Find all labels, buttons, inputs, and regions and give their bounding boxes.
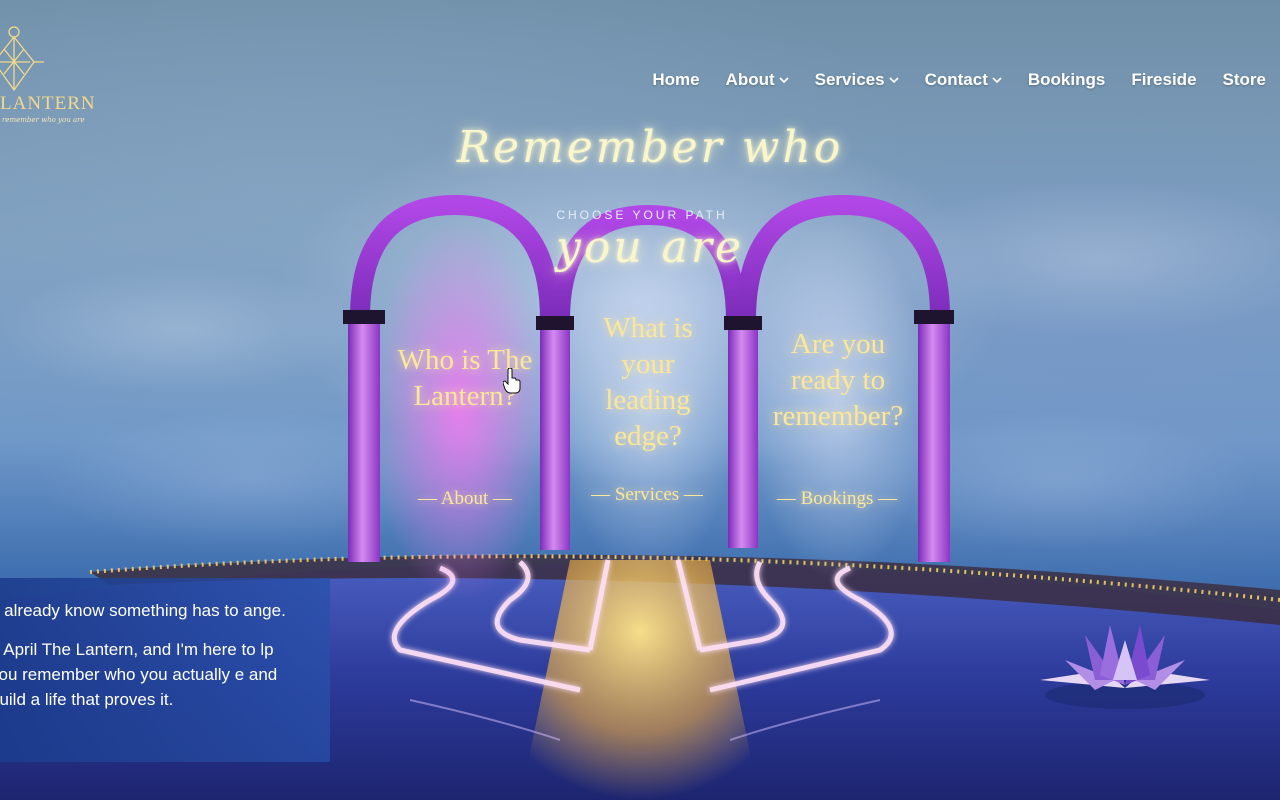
intro-panel: u already know something has to ange. n …	[0, 578, 330, 762]
door-title-line: ready to	[790, 364, 886, 396]
nav-bookings[interactable]: Bookings	[1015, 70, 1118, 90]
chevron-down-icon	[992, 77, 1002, 84]
nav-label: About	[725, 70, 775, 89]
nav-contact[interactable]: Contact	[912, 70, 1015, 90]
intro-paragraph-1: u already know something has to ange.	[0, 601, 286, 620]
nav-store[interactable]: Store	[1210, 70, 1266, 90]
nav-label: Home	[652, 70, 700, 89]
door-about-title[interactable]: Who is The Lantern?	[385, 342, 545, 414]
nav-services[interactable]: Services	[802, 70, 912, 90]
nav-label: Services	[814, 70, 885, 89]
lantern-logo-icon	[0, 26, 44, 92]
chevron-down-icon	[889, 77, 899, 84]
nav-home[interactable]: Home	[639, 70, 712, 90]
hero-subhead: CHOOSE YOUR PATH	[556, 208, 728, 222]
door-title-line: Who is The	[397, 344, 533, 376]
nav-label: Fireside	[1131, 70, 1197, 89]
intro-paragraph-2: n April The Lantern, and I'm here to lp …	[0, 640, 278, 709]
brand-logo[interactable]: LANTERN remember who you are	[0, 24, 95, 134]
nav-label: Contact	[924, 70, 988, 89]
door-title-line: edge?	[614, 420, 682, 452]
nav-label: Store	[1222, 70, 1266, 89]
door-title-line: remember?	[772, 400, 904, 432]
door-about-link[interactable]: — About —	[395, 488, 535, 510]
door-title-line: Lantern?	[413, 380, 517, 412]
door-title-line: leading	[605, 384, 691, 416]
brand-name: LANTERN	[0, 93, 96, 114]
page: LANTERN remember who you are Home About …	[0, 0, 1280, 800]
nav-fireside[interactable]: Fireside	[1118, 70, 1209, 90]
door-title-line: What is	[603, 312, 693, 344]
door-title-line: your	[621, 348, 675, 380]
door-services-link[interactable]: — Services —	[572, 484, 722, 506]
door-bookings-title[interactable]: Are you ready to remember?	[758, 326, 918, 434]
chevron-down-icon	[779, 77, 789, 84]
nav-label: Bookings	[1027, 70, 1106, 89]
door-services-title[interactable]: What is your leading edge?	[578, 310, 718, 454]
brand-tagline: remember who you are	[2, 116, 85, 124]
hand-pointer-icon	[503, 368, 521, 394]
door-bookings-link[interactable]: — Bookings —	[762, 488, 912, 510]
nav-about[interactable]: About	[713, 70, 802, 90]
door-title-line: Are you	[790, 328, 886, 360]
main-nav: Home About Services Contact Bookings Fir…	[639, 70, 1266, 90]
hero-headline: Remember who you are	[456, 122, 844, 273]
